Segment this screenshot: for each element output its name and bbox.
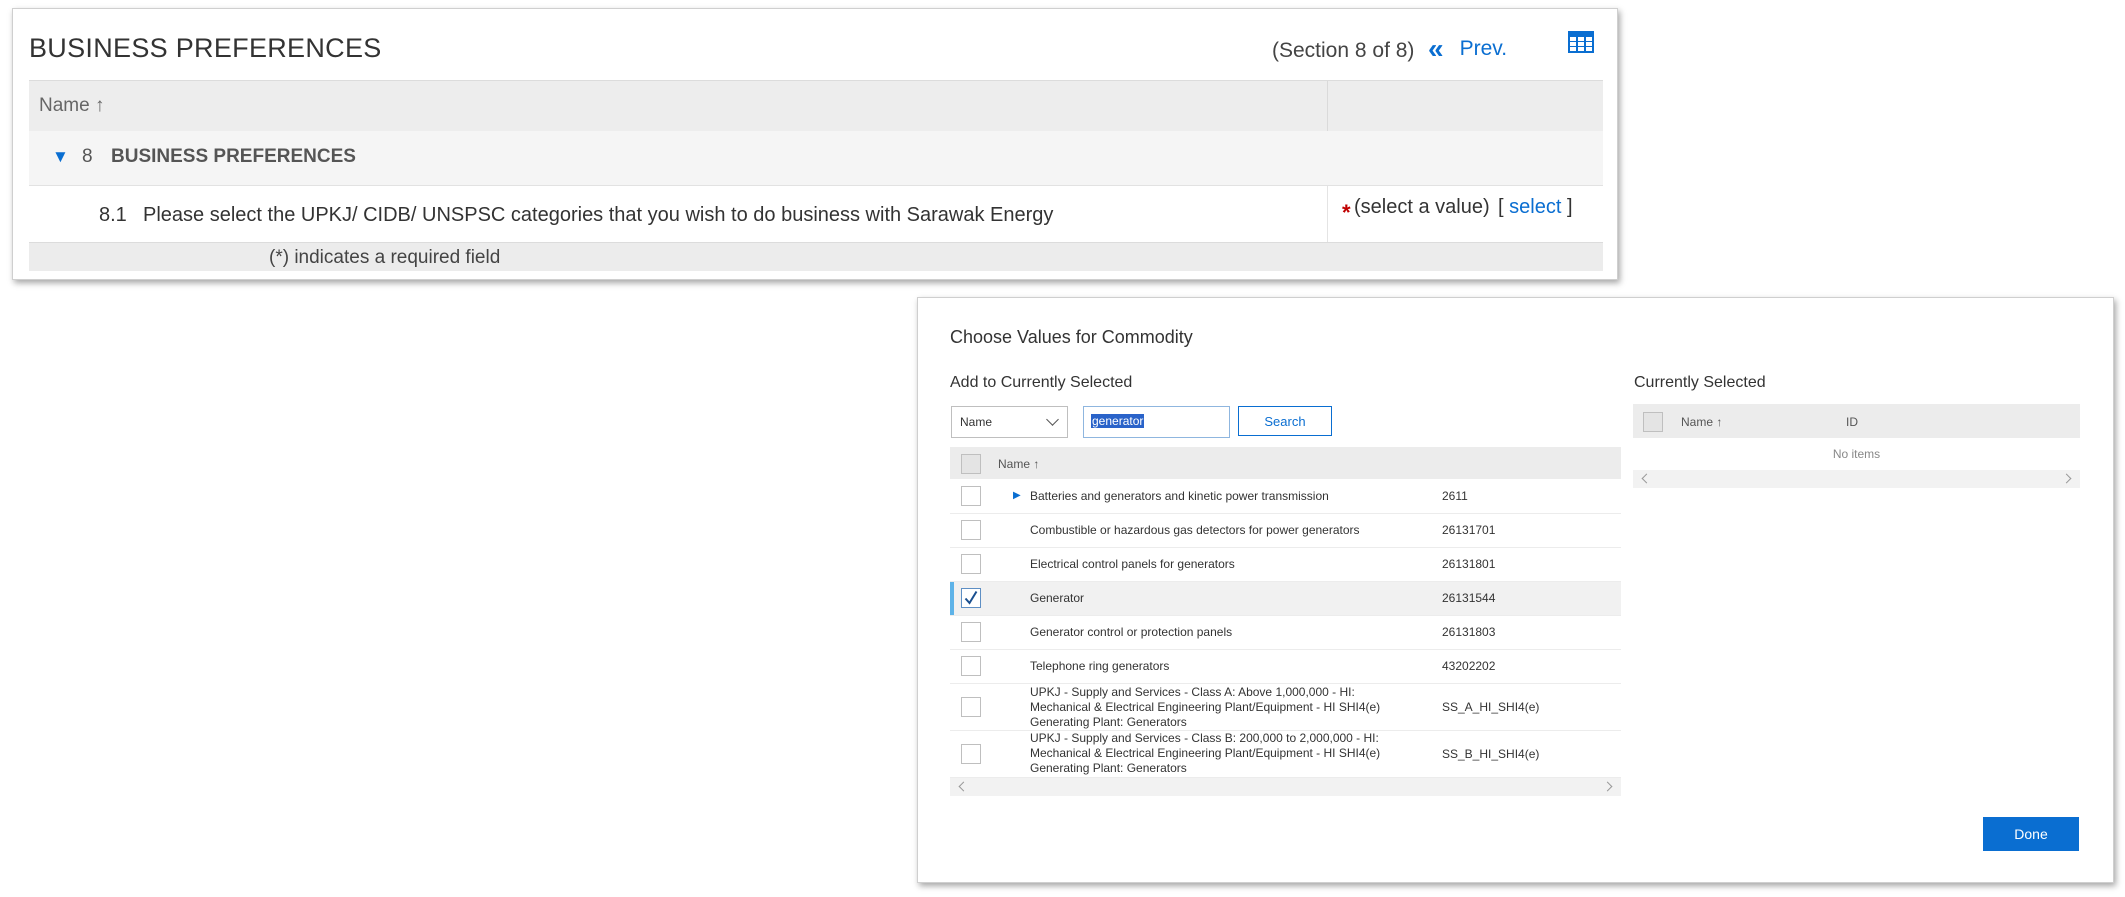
dialog-title: Choose Values for Commodity [950, 327, 1193, 347]
required-field-note: (*) indicates a required field [269, 247, 501, 268]
row-id: 26131701 [1442, 523, 1496, 537]
table-row[interactable]: Electrical control panels for generators… [950, 548, 1621, 582]
row-checkbox[interactable] [961, 656, 981, 676]
row-name: Batteries and generators and kinetic pow… [1030, 489, 1329, 503]
triangle-down-icon[interactable]: ▼ [52, 147, 69, 167]
value-placeholder: (select a value) [1354, 196, 1490, 218]
select-control: [ select ] [1498, 196, 1573, 219]
selection-indicator [950, 582, 954, 615]
add-section-label: Add to Currently Selected [950, 374, 1133, 391]
row-id: 26131803 [1442, 625, 1496, 639]
results-table-header: Name ↑ [950, 447, 1621, 479]
row-checkbox[interactable] [961, 622, 981, 642]
empty-state-text: No items [1832, 447, 1881, 461]
group-number: 8 [82, 146, 93, 167]
prev-label: Prev. [1459, 37, 1508, 60]
table-row[interactable]: Telephone ring generators 43202202 [950, 650, 1621, 684]
table-row[interactable]: ▶ Batteries and generators and kinetic p… [950, 480, 1621, 514]
group-title: BUSINESS PREFERENCES [111, 146, 356, 167]
row-name: UPKJ - Supply and Services - Class A: Ab… [1030, 685, 1380, 730]
footer-row: (*) indicates a required field [29, 243, 1603, 271]
question-text: Please select the UPKJ/ CIDB/ UNSPSC cat… [143, 204, 1054, 226]
scroll-right-icon[interactable] [1602, 781, 1613, 792]
prev-link[interactable]: « Prev. [1428, 33, 1508, 64]
choose-values-dialog: Choose Values for Commodity Add to Curre… [917, 297, 2114, 883]
horizontal-scrollbar[interactable] [950, 778, 1621, 796]
scroll-left-icon[interactable] [1641, 473, 1652, 484]
table-row[interactable]: UPKJ - Supply and Services - Class B: 20… [950, 731, 1621, 778]
row-name-line: UPKJ - Supply and Services - Class A: Ab… [1030, 685, 1355, 699]
row-name-line: Mechanical & Electrical Engineering Plan… [1030, 700, 1381, 714]
search-query: generator [1091, 414, 1145, 428]
row-name-line: Generating Plant: Generators [1030, 761, 1187, 775]
row-checkbox-checked[interactable] [961, 588, 981, 608]
row-id: 26131544 [1442, 591, 1496, 605]
row-name: UPKJ - Supply and Services - Class B: 20… [1030, 731, 1380, 776]
row-id: 2611 [1442, 489, 1468, 503]
table-row[interactable]: UPKJ - Supply and Services - Class A: Ab… [950, 684, 1621, 731]
scroll-right-icon[interactable] [2061, 473, 2072, 484]
row-name: Generator [1030, 591, 1085, 605]
row-name: Electrical control panels for generators [1030, 557, 1235, 571]
name-column-header[interactable]: Name ↑ [998, 457, 1039, 471]
chevron-down-icon [1046, 413, 1059, 426]
row-id: SS_B_HI_SHI4(e) [1442, 747, 1540, 761]
business-preferences-panel: BUSINESS PREFERENCES (Section 8 of 8) « … [12, 8, 1618, 280]
row-checkbox[interactable] [961, 486, 981, 506]
horizontal-scrollbar[interactable] [1633, 470, 2080, 488]
row-id: 26131801 [1442, 557, 1496, 571]
name-column-header[interactable]: Name ↑ [1681, 415, 1722, 429]
search-field-dropdown[interactable]: Name [951, 406, 1068, 438]
id-column-header[interactable]: ID [1846, 415, 1858, 429]
column-divider [1327, 81, 1328, 131]
row-name: Telephone ring generators [1030, 659, 1170, 673]
section-indicator: (Section 8 of 8) [1272, 39, 1415, 62]
row-name-line: UPKJ - Supply and Services - Class B: 20… [1030, 731, 1379, 745]
checkmark-icon [964, 590, 978, 605]
row-checkbox[interactable] [961, 554, 981, 574]
done-button[interactable]: Done [1983, 817, 2079, 851]
row-id: SS_A_HI_SHI4(e) [1442, 700, 1540, 714]
table-grid-icon[interactable] [1568, 31, 1594, 53]
column-divider [1327, 186, 1328, 242]
select-link[interactable]: select [1509, 196, 1561, 218]
dropdown-value: Name [960, 415, 993, 429]
scroll-left-icon[interactable] [958, 781, 969, 792]
bracket-open: [ [1498, 196, 1504, 218]
row-name: Combustible or hazardous gas detectors f… [1030, 523, 1360, 537]
row-checkbox[interactable] [961, 520, 981, 540]
search-button[interactable]: Search [1238, 406, 1332, 436]
page-title: BUSINESS PREFERENCES [29, 33, 382, 63]
group-row: ▼ 8 BUSINESS PREFERENCES [29, 131, 1603, 186]
question-number: 8.1 [99, 204, 127, 226]
double-chevron-left-icon: « [1428, 33, 1444, 64]
table-row[interactable]: Generator 26131544 [950, 582, 1621, 616]
row-name-line: Mechanical & Electrical Engineering Plan… [1030, 746, 1381, 760]
search-input[interactable]: generator [1083, 406, 1230, 438]
selected-table-header: Name ↑ ID [1633, 404, 2080, 438]
table-row[interactable]: Combustible or hazardous gas detectors f… [950, 514, 1621, 548]
bracket-close: ] [1566, 196, 1573, 218]
required-marker: * [1342, 200, 1351, 225]
row-checkbox[interactable] [961, 744, 981, 764]
row-name: Generator control or protection panels [1030, 625, 1233, 639]
row-checkbox[interactable] [961, 697, 981, 717]
select-all-checkbox[interactable] [961, 454, 981, 474]
triangle-right-icon[interactable]: ▶ [1013, 490, 1021, 501]
row-id: 43202202 [1442, 659, 1496, 673]
row-name-line: Generating Plant: Generators [1030, 715, 1187, 729]
name-column-header[interactable]: Name ↑ [39, 95, 104, 117]
table-header: Name ↑ [29, 80, 1603, 132]
table-row[interactable]: Generator control or protection panels 2… [950, 616, 1621, 650]
selected-section-label: Currently Selected [1634, 374, 1766, 391]
select-all-checkbox[interactable] [1643, 412, 1663, 432]
question-row: 8.1 Please select the UPKJ/ CIDB/ UNSPSC… [29, 186, 1603, 243]
